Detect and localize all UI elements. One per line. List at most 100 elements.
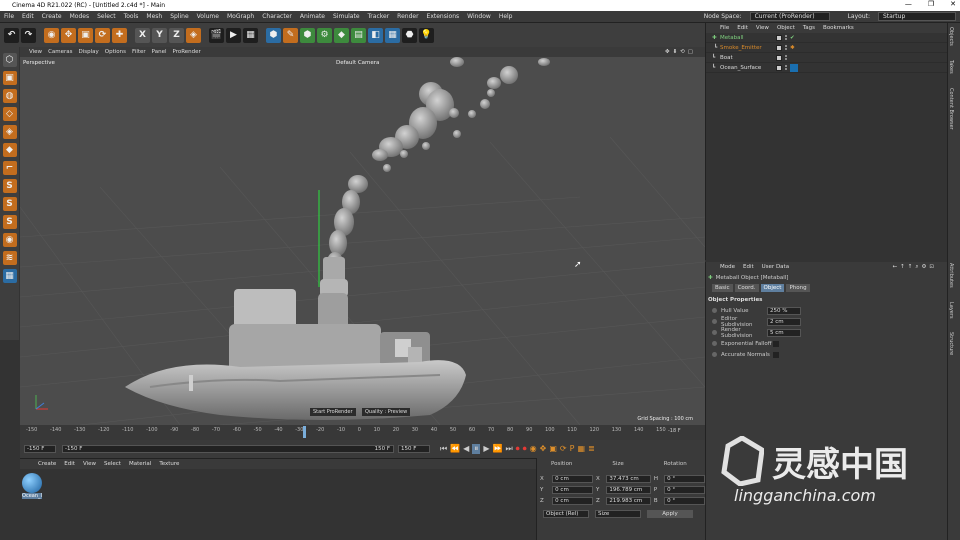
3d-viewport[interactable]: Perspective Default Camera Start ProRend… bbox=[20, 57, 705, 425]
visibility-checkbox[interactable] bbox=[776, 44, 782, 51]
menu-create[interactable]: Create bbox=[38, 13, 66, 20]
material-menu-texture[interactable]: Texture bbox=[155, 461, 183, 467]
material-menu-select[interactable]: Select bbox=[100, 461, 125, 467]
tab-objects[interactable]: Objects bbox=[948, 27, 954, 46]
object-row[interactable]: ┗ Smoke_Emitter ✱ bbox=[706, 43, 947, 53]
grid-icon[interactable]: ▦ bbox=[2, 269, 17, 283]
end-frame-field[interactable]: 150 F bbox=[398, 445, 430, 453]
menu-animate[interactable]: Animate bbox=[296, 13, 329, 20]
position-key-icon[interactable]: ✥ bbox=[540, 444, 547, 454]
scale-icon[interactable]: ▣ bbox=[78, 27, 93, 43]
menu-modes[interactable]: Modes bbox=[66, 13, 93, 20]
material-menu-create[interactable]: Create bbox=[34, 461, 60, 467]
edges-mode-icon[interactable]: ◈ bbox=[2, 125, 17, 139]
visibility-checkbox[interactable] bbox=[776, 64, 782, 71]
menu-character[interactable]: Character bbox=[258, 13, 296, 20]
position-field[interactable]: 0 cm bbox=[552, 474, 593, 483]
animate-dot[interactable] bbox=[712, 319, 717, 324]
visibility-checkbox[interactable] bbox=[776, 34, 782, 41]
object-name[interactable]: Smoke_Emitter bbox=[720, 45, 776, 51]
subdivision-icon[interactable]: ⬢ bbox=[300, 27, 315, 43]
animate-dot[interactable] bbox=[712, 352, 717, 357]
record-icon[interactable]: ⏺ bbox=[516, 444, 520, 454]
material-menu-view[interactable]: View bbox=[79, 461, 100, 467]
size-field[interactable]: 37.473 cm bbox=[606, 474, 651, 483]
start-frame-field[interactable]: -150 F bbox=[24, 445, 56, 453]
start-prorender-button[interactable]: Start ProRender bbox=[310, 408, 356, 416]
material-menu-material[interactable]: Material bbox=[125, 461, 155, 467]
object-name[interactable]: Ocean_Surface bbox=[720, 65, 776, 71]
om-menu-object[interactable]: Object bbox=[773, 25, 799, 31]
attr-menu-edit[interactable]: Edit bbox=[739, 264, 758, 270]
playhead[interactable] bbox=[303, 426, 306, 438]
tab-layers[interactable]: Layers bbox=[948, 302, 954, 319]
keyframe-selection-icon[interactable]: ◉ bbox=[530, 444, 537, 454]
viewport-menu-prorender[interactable]: ProRender bbox=[170, 49, 204, 55]
camera-label[interactable]: Default Camera bbox=[336, 60, 379, 66]
menu-help[interactable]: Help bbox=[495, 13, 517, 20]
scale-key-icon[interactable]: ▣ bbox=[549, 444, 557, 454]
field-icon[interactable]: ▤ bbox=[351, 27, 366, 43]
move-icon[interactable]: ✥ bbox=[61, 27, 76, 43]
viewport-nav-icons[interactable]: ✥⬇⟲▢ bbox=[662, 49, 699, 55]
deformer-icon[interactable]: ◆ bbox=[334, 27, 349, 43]
quality-preview-button[interactable]: Quality : Preview bbox=[362, 408, 411, 416]
menu-mesh[interactable]: Mesh bbox=[142, 13, 166, 20]
timeline-window-icon[interactable]: ≣ bbox=[588, 444, 595, 454]
attr-menu-mode[interactable]: Mode bbox=[716, 264, 739, 270]
menu-spline[interactable]: Spline bbox=[166, 13, 192, 20]
hull-value-field[interactable]: 250 % bbox=[767, 306, 801, 315]
rotation-field[interactable]: 0 ° bbox=[664, 474, 705, 483]
layer-icon[interactable]: ≋ bbox=[2, 251, 17, 265]
menu-render[interactable]: Render bbox=[393, 13, 422, 20]
y-axis-icon[interactable]: Y bbox=[152, 27, 167, 43]
attr-nav-icons[interactable]: ←↑↑⌕⚙⊡ bbox=[889, 264, 941, 271]
light-icon[interactable]: 💡 bbox=[419, 27, 434, 43]
rotation-key-icon[interactable]: ⟳ bbox=[560, 444, 567, 454]
object-row[interactable]: ✚ Metaball ✔ bbox=[706, 33, 947, 43]
go-to-end-icon[interactable]: ⏭ bbox=[505, 444, 512, 454]
menu-mograph[interactable]: MoGraph bbox=[223, 13, 258, 20]
om-menu-file[interactable]: File bbox=[716, 25, 733, 31]
layout-dropdown[interactable]: Startup bbox=[878, 12, 956, 21]
om-menu-view[interactable]: View bbox=[752, 25, 773, 31]
polygons-mode-icon[interactable]: ◆ bbox=[2, 143, 17, 157]
texture-mode-icon[interactable]: ◍ bbox=[2, 89, 17, 103]
exponential-falloff-checkbox[interactable] bbox=[773, 340, 779, 347]
apply-button[interactable]: Apply bbox=[647, 510, 693, 518]
render-view-icon[interactable]: 🎬 bbox=[209, 27, 224, 43]
frame-range-slider[interactable]: -150 F 150 F bbox=[62, 445, 394, 453]
maximize-button[interactable]: ❐ bbox=[928, 0, 934, 8]
position-field[interactable]: 0 cm bbox=[552, 485, 593, 494]
size-field[interactable]: 196.789 cm bbox=[606, 485, 651, 494]
x-axis-icon[interactable]: X bbox=[135, 27, 150, 43]
render-subdivision-field[interactable]: 5 cm bbox=[767, 328, 801, 337]
object-row[interactable]: ┗ Boat bbox=[706, 53, 947, 63]
redo-icon[interactable]: ↷ bbox=[21, 27, 36, 43]
rotate-icon[interactable]: ⟳ bbox=[95, 27, 110, 43]
tab-structure[interactable]: Structure bbox=[948, 332, 954, 355]
parameter-key-icon[interactable]: P bbox=[570, 444, 575, 454]
viewport-menu-display[interactable]: Display bbox=[76, 49, 102, 55]
accurate-normals-checkbox[interactable] bbox=[773, 351, 779, 358]
viewport-menu-panel[interactable]: Panel bbox=[149, 49, 170, 55]
coordinate-system-icon[interactable]: ◈ bbox=[186, 27, 201, 43]
node-space-dropdown[interactable]: Current (ProRender) bbox=[749, 12, 830, 21]
z-axis-icon[interactable]: Z bbox=[169, 27, 184, 43]
tab-phong[interactable]: Phong bbox=[786, 284, 810, 292]
material-swatch[interactable]: Ocean_I bbox=[22, 473, 42, 501]
recent-tools-icon[interactable]: ✚ bbox=[112, 27, 127, 43]
viewport-menu-filter[interactable]: Filter bbox=[129, 49, 149, 55]
visibility-checkbox[interactable] bbox=[776, 54, 782, 61]
menu-simulate[interactable]: Simulate bbox=[329, 13, 364, 20]
render-picture-viewer-icon[interactable]: ▶ bbox=[226, 27, 241, 43]
undo-icon[interactable]: ↶ bbox=[4, 27, 19, 43]
object-name[interactable]: Metaball bbox=[720, 35, 776, 41]
viewport-menu-view[interactable]: View bbox=[26, 49, 45, 55]
editor-subdivision-field[interactable]: 2 cm bbox=[767, 317, 801, 326]
menu-volume[interactable]: Volume bbox=[193, 13, 223, 20]
object-name[interactable]: Boat bbox=[720, 55, 776, 61]
tab-content-browser[interactable]: Content Browser bbox=[948, 88, 954, 130]
camera-icon[interactable]: ⬣ bbox=[402, 27, 417, 43]
workplane-icon[interactable]: S bbox=[2, 215, 17, 229]
